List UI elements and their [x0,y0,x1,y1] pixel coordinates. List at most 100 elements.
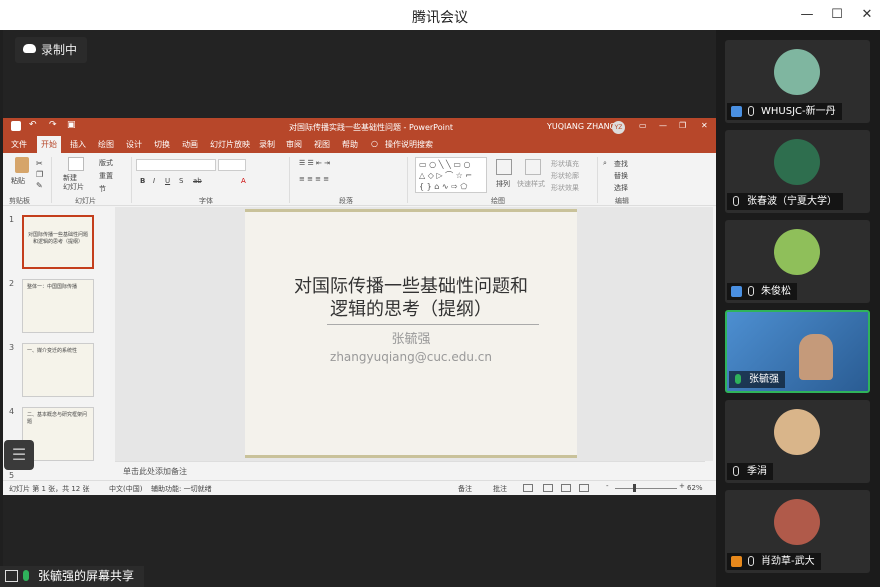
zoom-out-button[interactable]: - [606,482,609,490]
language-status[interactable]: 中文(中国) [109,484,142,494]
menu-icon[interactable]: ☰ [4,440,34,470]
participant-card-active-speaker[interactable]: 张毓强 [725,310,870,393]
section-button[interactable]: 节 [99,184,106,194]
arrange-icon[interactable] [496,159,512,175]
paste-button[interactable]: 粘贴 [11,176,25,186]
shape-fill-button[interactable]: 形状填充 [551,159,579,169]
tab-record[interactable]: 录制 [259,139,275,150]
screen-share-label[interactable]: 张毓强的屏幕共享 [0,566,144,587]
thumb-title: 对国际传播一些基础性问题和逻辑的思考（提纲） [28,232,89,245]
tab-insert[interactable]: 插入 [70,139,86,150]
italic-icon[interactable]: I [153,177,155,185]
new-slide-button[interactable]: 新建 幻灯片 [63,174,84,192]
shadow-icon[interactable]: S [179,177,183,185]
ppt-minimize-icon[interactable]: — [659,121,667,130]
strikethrough-icon[interactable]: ab [193,177,202,185]
tab-draw[interactable]: 绘图 [98,139,114,150]
save-icon[interactable] [11,121,21,131]
tab-review[interactable]: 审阅 [286,139,302,150]
slide-thumbnail-1[interactable]: 对国际传播一些基础性问题和逻辑的思考（提纲） [22,215,94,269]
notes-pane[interactable]: 单击此处添加备注 [115,461,705,480]
quick-styles-button[interactable]: 快速样式 [517,179,545,189]
arrange-button[interactable]: 排列 [496,179,510,189]
thumb-title: 整体一：中国国际传播 [27,284,78,290]
font-color-icon[interactable]: A [241,177,246,185]
recording-indicator[interactable]: 录制中 [15,37,87,63]
tab-home[interactable]: 开始 [37,136,61,153]
participant-card[interactable]: 肖劲草-武大 [725,490,870,573]
shapes-gallery[interactable]: ▭ ○ ╲ ╲ ▭ ○ △ ◇ ▷ ⌒ ☆ ⌐{ } ⌂ ∿ ⇨ ⬠ [415,157,487,193]
notes-toggle[interactable]: 备注 [458,484,472,494]
ribbon-options-icon[interactable]: ▭ [639,121,647,130]
participant-card[interactable]: 张春波（宁夏大学） [725,130,870,213]
tab-animations[interactable]: 动画 [182,139,198,150]
copy-icon[interactable]: ❐ [36,170,43,179]
ppt-user-avatar[interactable]: YZ [612,121,625,134]
font-size-select[interactable] [218,159,246,171]
ppt-close-icon[interactable]: ✕ [701,121,708,130]
slide-author[interactable]: 张毓强 [245,328,577,347]
zoom-in-button[interactable]: + [679,482,685,490]
avatar [774,139,820,185]
tab-design[interactable]: 设计 [126,139,142,150]
participant-card[interactable]: WHUSJC-新一丹 [725,40,870,123]
shape-outline-button[interactable]: 形状轮廓 [551,171,579,181]
tab-help[interactable]: 帮助 [342,139,358,150]
minimize-button[interactable]: — [796,4,818,26]
participant-name: 季涓 [747,466,767,477]
accessibility-status[interactable]: 辅助功能: 一切就绪 [151,484,212,494]
participant-name: 张毓强 [749,374,779,385]
format-painter-icon[interactable]: ✎ [36,181,43,190]
align-icon[interactable]: ≡ ≡ ≡ ≡ [299,175,329,183]
quick-styles-icon[interactable] [525,159,541,175]
thumb-title: 二、基本概念与研究框架问题 [27,412,88,425]
font-name-select[interactable] [136,159,216,171]
slide-email[interactable]: zhangyuqiang@cuc.edu.cn [245,350,577,364]
user-icon [731,556,742,567]
ppt-restore-icon[interactable]: ❐ [679,121,686,130]
tab-file[interactable]: 文件 [11,139,27,150]
normal-view-icon[interactable] [523,484,533,492]
comments-toggle[interactable]: 批注 [493,484,507,494]
participant-card[interactable]: 季涓 [725,400,870,483]
cut-icon[interactable]: ✂ [36,159,43,168]
tab-transitions[interactable]: 切换 [154,139,170,150]
slideshow-view-icon[interactable] [579,484,589,492]
redo-icon[interactable]: ↷ [49,120,57,130]
zoom-slider-thumb[interactable] [633,484,636,492]
mic-active-icon [735,374,741,384]
window-title: 腾讯会议 [412,10,468,26]
ppt-file-title: 对国际传播实践一些基础性问题 - PowerPoint [289,123,454,132]
select-button[interactable]: 选择 [614,183,628,193]
close-button[interactable]: ✕ [856,4,878,26]
tell-me-search[interactable]: 操作说明搜索 [385,139,433,150]
participant-label: 朱俊松 [727,283,797,300]
replace-button[interactable]: 替换 [614,171,628,181]
status-bar: 幻灯片 第 1 张，共 12 张 中文(中国) 辅助功能: 一切就绪 备注 批注… [3,480,716,495]
zoom-slider[interactable] [615,488,677,489]
zoom-level[interactable]: 62% [687,484,703,492]
tab-view[interactable]: 视图 [314,139,330,150]
editor-scrollbar[interactable] [705,207,713,461]
present-icon[interactable]: ▣ [67,120,76,130]
new-slide-icon[interactable] [68,157,84,171]
reset-button[interactable]: 重置 [99,171,113,181]
layout-button[interactable]: 版式 [99,158,113,168]
paste-icon[interactable] [15,157,29,173]
shape-effects-button[interactable]: 形状效果 [551,183,579,193]
current-slide[interactable]: 对国际传播一些基础性问题和 逻辑的思考（提纲） 张毓强 zhangyuqiang… [245,209,577,458]
maximize-button[interactable]: ☐ [826,4,848,26]
slide-title[interactable]: 对国际传播一些基础性问题和 逻辑的思考（提纲） [245,275,577,321]
participants-scrollbar[interactable] [874,40,879,580]
sorter-view-icon[interactable] [543,484,553,492]
tab-slideshow[interactable]: 幻灯片放映 [210,139,250,150]
bullets-icon[interactable]: ☰ ☰ ⇤ ⇥ [299,159,330,167]
undo-icon[interactable]: ↶ [29,120,37,130]
reading-view-icon[interactable] [561,484,571,492]
underline-icon[interactable]: U [165,177,170,185]
find-button[interactable]: 查找 [614,159,628,169]
slide-thumbnail-2[interactable]: 整体一：中国国际传播 [22,279,94,333]
slide-thumbnail-3[interactable]: 一、媒介变迁的系统性 [22,343,94,397]
bold-icon[interactable]: B [140,177,145,185]
participant-card[interactable]: 朱俊松 [725,220,870,303]
